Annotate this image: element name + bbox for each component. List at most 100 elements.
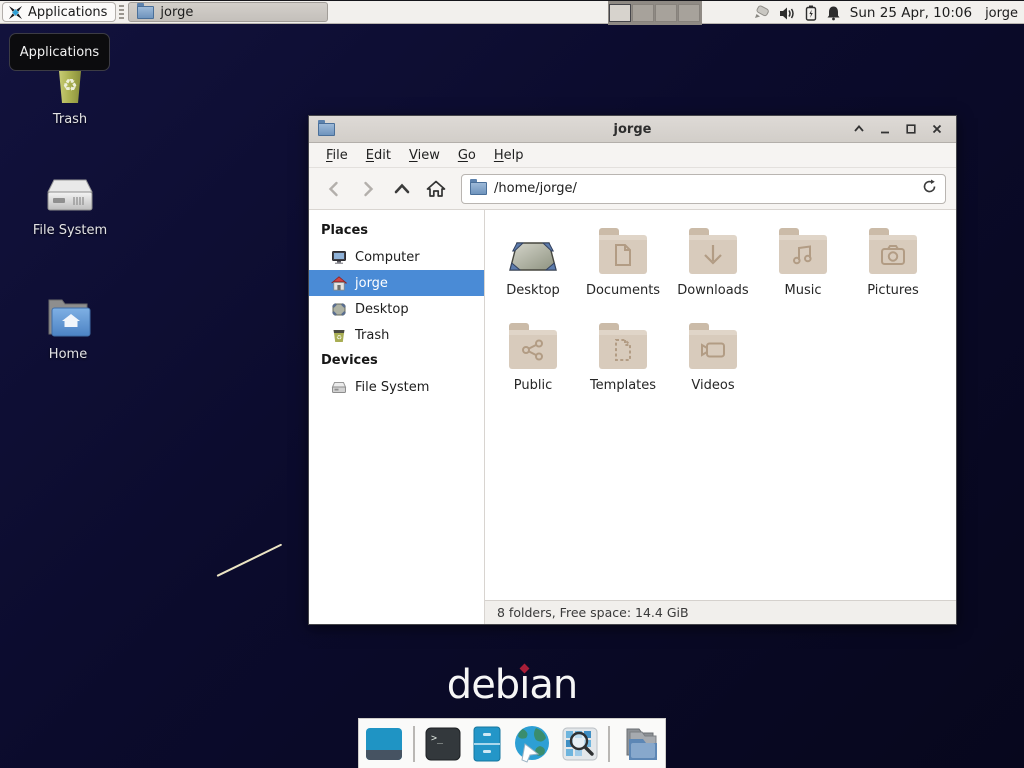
desktop-icon-filesystem[interactable]: File System	[20, 172, 120, 238]
menu-view[interactable]: View	[400, 145, 449, 166]
music-folder-icon	[779, 235, 827, 274]
terminal-dock-icon[interactable]: >_	[424, 726, 462, 762]
filesystem-label: File System	[20, 223, 120, 238]
templates-folder-icon	[599, 330, 647, 369]
file-label: Desktop	[506, 283, 560, 298]
menu-go[interactable]: Go	[449, 145, 485, 166]
path-text[interactable]: /home/jorge/	[494, 181, 915, 196]
xfce-applications-icon	[8, 5, 23, 20]
volume-tray-icon[interactable]	[779, 6, 796, 21]
forward-button[interactable]	[353, 174, 383, 204]
notifications-bell-tray-icon[interactable]	[826, 5, 841, 21]
dock-separator	[413, 726, 415, 762]
file-item-videos[interactable]: Videos	[668, 319, 758, 414]
home-folder-icon	[18, 294, 118, 342]
svg-text:♻: ♻	[336, 333, 342, 341]
debian-logo: debıan	[0, 662, 1024, 708]
show-desktop-dock-icon[interactable]	[364, 726, 404, 762]
home-button[interactable]	[421, 174, 451, 204]
home-label: Home	[18, 347, 118, 362]
panel-username[interactable]: jorge	[985, 6, 1018, 21]
back-button[interactable]	[319, 174, 349, 204]
sidebar-item-jorge[interactable]: jorge	[309, 270, 484, 296]
home-red-roof-icon	[331, 276, 347, 291]
panel-grip	[119, 5, 124, 19]
workspace-2[interactable]	[632, 4, 654, 22]
desktop-pad-icon	[507, 224, 559, 274]
applications-menu-button[interactable]: Applications	[2, 2, 116, 22]
workspace-switcher[interactable]	[608, 1, 702, 25]
pen-tray-icon[interactable]	[752, 5, 770, 21]
taskbar-window-label: jorge	[160, 5, 193, 20]
file-label: Public	[514, 378, 552, 393]
file-item-templates[interactable]: Templates	[578, 319, 668, 414]
debian-logo-text: deb	[447, 662, 519, 708]
file-label: Documents	[586, 283, 660, 298]
debian-logo-i: ı	[519, 662, 529, 708]
desktop-icon-home[interactable]: Home	[18, 294, 118, 362]
file-label: Music	[785, 283, 822, 298]
file-item-downloads[interactable]: Downloads	[668, 224, 758, 319]
file-grid: Desktop Documents	[485, 210, 956, 600]
file-item-documents[interactable]: Documents	[578, 224, 668, 319]
menu-file[interactable]: File	[317, 145, 357, 166]
sidebar-item-label: Computer	[355, 250, 420, 265]
file-label: Videos	[691, 378, 734, 393]
file-manager-window: jorge File Edit View Go Help	[308, 115, 957, 625]
file-item-pictures[interactable]: Pictures	[848, 224, 938, 319]
downloads-folder-icon	[689, 235, 737, 274]
sidebar-item-filesystem[interactable]: File System	[309, 374, 484, 400]
sidebar-item-label: jorge	[355, 276, 388, 291]
sidebar-item-desktop[interactable]: Desktop	[309, 296, 484, 322]
workspace-3[interactable]	[655, 4, 677, 22]
file-item-desktop[interactable]: Desktop	[488, 224, 578, 319]
sidebar: Places Computer jorge	[309, 210, 485, 624]
hard-drive-icon	[331, 380, 347, 395]
debian-logo-text: an	[529, 662, 577, 708]
folder-icon	[137, 6, 154, 19]
web-browser-dock-icon[interactable]	[512, 724, 552, 764]
public-folder-icon	[509, 330, 557, 369]
trash-label: Trash	[20, 112, 120, 127]
svg-text:♻: ♻	[62, 76, 77, 96]
documents-folder-icon	[599, 235, 647, 274]
hard-drive-icon	[20, 172, 120, 218]
file-label: Templates	[590, 378, 656, 393]
taskbar-window-button[interactable]: jorge	[128, 2, 328, 22]
close-window-button[interactable]	[930, 122, 944, 136]
app-finder-dock-icon[interactable]	[561, 725, 599, 763]
toolbar: /home/jorge/	[309, 168, 956, 210]
statusbar-text: 8 folders, Free space: 14.4 GiB	[497, 605, 689, 620]
maximize-window-button[interactable]	[904, 122, 918, 136]
battery-charging-tray-icon[interactable]	[805, 5, 817, 21]
shade-window-button[interactable]	[852, 122, 866, 136]
dock-separator	[608, 726, 610, 762]
sidebar-item-trash[interactable]: ♻ Trash	[309, 322, 484, 348]
sidebar-item-computer[interactable]: Computer	[309, 244, 484, 270]
workspace-4[interactable]	[678, 4, 700, 22]
applications-tooltip-text: Applications	[20, 45, 99, 60]
sidebar-item-label: Desktop	[355, 302, 409, 317]
file-cabinet-dock-icon[interactable]	[471, 725, 503, 763]
sidebar-item-label: Trash	[355, 328, 389, 343]
path-folder-icon	[470, 182, 487, 195]
file-item-music[interactable]: Music	[758, 224, 848, 319]
svg-text:>_: >_	[431, 733, 444, 744]
bottom-dock: >_	[358, 718, 666, 768]
file-item-public[interactable]: Public	[488, 319, 578, 414]
minimize-window-button[interactable]	[878, 122, 892, 136]
desktop-stray-line	[217, 544, 283, 577]
path-bar[interactable]: /home/jorge/	[461, 174, 946, 204]
panel-clock[interactable]: Sun 25 Apr, 10:06	[850, 5, 972, 21]
window-titlebar[interactable]: jorge	[309, 116, 956, 143]
videos-folder-icon	[689, 330, 737, 369]
up-button[interactable]	[387, 174, 417, 204]
menu-help[interactable]: Help	[485, 145, 533, 166]
reload-button[interactable]	[922, 179, 937, 198]
menu-edit[interactable]: Edit	[357, 145, 400, 166]
file-label: Downloads	[677, 283, 748, 298]
sidebar-item-label: File System	[355, 380, 429, 395]
file-manager-dock-icon[interactable]	[619, 725, 661, 763]
applications-tooltip: Applications	[9, 33, 110, 71]
workspace-1[interactable]	[609, 4, 631, 22]
